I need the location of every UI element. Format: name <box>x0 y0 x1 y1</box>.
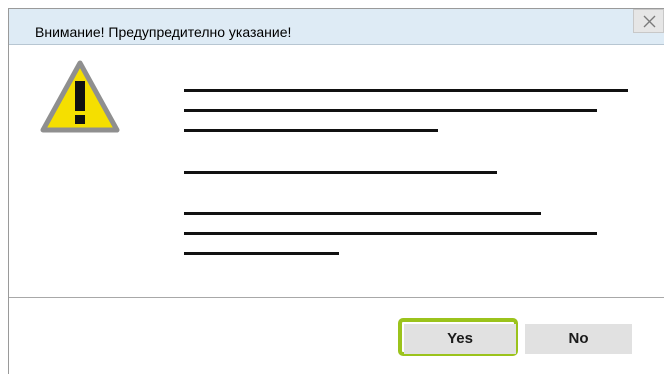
message-line <box>184 232 597 235</box>
message-line <box>184 129 438 132</box>
close-icon <box>643 15 656 28</box>
close-button[interactable] <box>633 9 664 33</box>
message-line <box>184 212 541 215</box>
message-line <box>184 109 597 112</box>
warning-dialog: Внимание! Предупредително указание! Yes … <box>8 8 664 374</box>
message-line <box>184 89 628 92</box>
dialog-title: Внимание! Предупредително указание! <box>35 24 292 40</box>
button-area-divider <box>9 297 664 298</box>
message-line <box>184 171 497 174</box>
dialog-titlebar: Внимание! Предупредително указание! <box>9 9 664 45</box>
yes-button[interactable]: Yes <box>404 324 516 354</box>
message-line <box>184 252 339 255</box>
no-button[interactable]: No <box>525 324 632 354</box>
warning-triangle-icon <box>40 60 120 133</box>
